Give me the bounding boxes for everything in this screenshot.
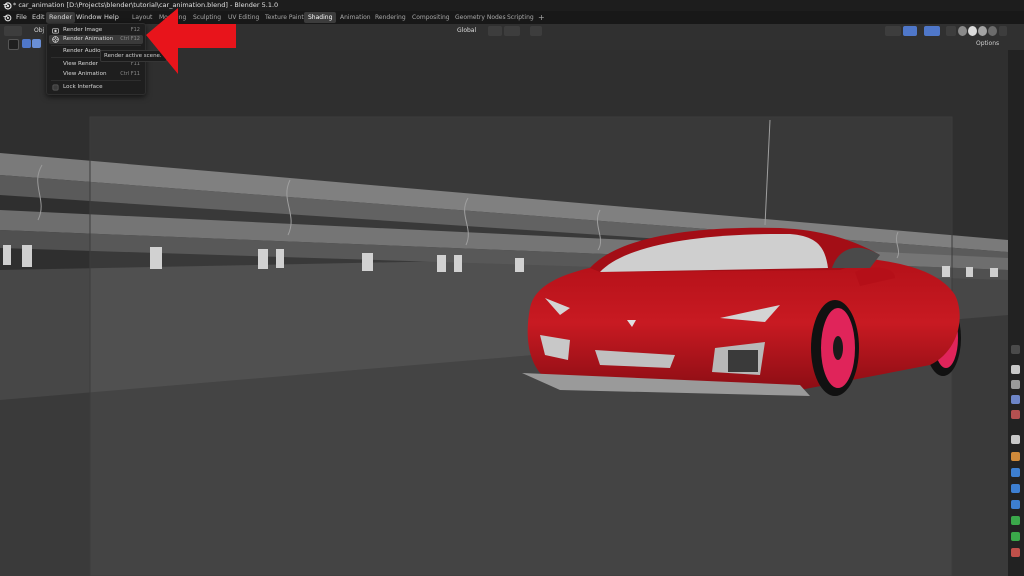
render-animation-label: Render Animation xyxy=(63,36,114,42)
menu-item-view-animation[interactable]: View Animation Ctrl F11 xyxy=(49,70,143,79)
modifier-properties-icon[interactable] xyxy=(1011,468,1020,477)
snap-icon[interactable] xyxy=(504,26,520,36)
menu-edit[interactable]: Edit xyxy=(29,12,48,23)
particle-properties-icon[interactable] xyxy=(1011,484,1020,493)
lock-interface-label: Lock Interface xyxy=(63,84,103,90)
film-icon xyxy=(52,36,59,43)
scene-properties-icon[interactable] xyxy=(1011,410,1020,419)
menu-item-render-image[interactable]: Render Image F12 xyxy=(49,26,143,35)
tool-properties-icon[interactable] xyxy=(1011,345,1020,354)
play-icon[interactable] xyxy=(8,39,19,50)
render-properties-icon[interactable] xyxy=(1011,365,1020,374)
data-properties-icon[interactable] xyxy=(1011,532,1020,541)
object-properties-icon[interactable] xyxy=(1011,452,1020,461)
view-animation-shortcut: Ctrl F11 xyxy=(120,71,140,77)
overlay-icon[interactable] xyxy=(924,26,940,36)
material-properties-icon[interactable] xyxy=(1011,548,1020,557)
rendered-shading-icon[interactable] xyxy=(988,26,997,36)
gizmo-icon[interactable] xyxy=(903,26,917,36)
constraint-properties-icon[interactable] xyxy=(1011,516,1020,525)
add-workspace-button[interactable]: + xyxy=(534,12,549,23)
visibility-icon[interactable] xyxy=(885,26,901,36)
menu-file[interactable]: File xyxy=(13,12,30,23)
render-image-shortcut: F12 xyxy=(130,27,140,33)
pointer-arrow-icon xyxy=(146,8,236,74)
menu-item-lock-interface[interactable]: Lock Interface xyxy=(49,83,143,92)
view-animation-label: View Animation xyxy=(63,71,107,77)
menu-item-render-animation[interactable]: Render Animation Ctrl F12 xyxy=(49,35,143,44)
render-image-label: Render Image xyxy=(63,27,103,33)
object-mode-icon[interactable] xyxy=(22,39,31,48)
output-properties-icon[interactable] xyxy=(1011,380,1020,389)
blender-menu-icon[interactable] xyxy=(3,13,12,22)
select-mode-icon[interactable] xyxy=(32,39,41,48)
menu-divider xyxy=(51,45,141,46)
view-render-label: View Render xyxy=(63,61,98,67)
scene-render xyxy=(0,50,1008,576)
world-properties-icon[interactable] xyxy=(1011,435,1020,444)
material-shading-icon[interactable] xyxy=(978,26,987,36)
menu-render[interactable]: Render xyxy=(46,12,76,23)
orientation-label: Global xyxy=(457,27,477,34)
tab-compositing[interactable]: Compositing xyxy=(408,12,454,23)
mode-selector[interactable]: Obj xyxy=(25,26,45,36)
render-audio-label: Render Audio xyxy=(63,48,101,54)
menu-window[interactable]: Window xyxy=(73,12,105,23)
proportional-edit-icon[interactable] xyxy=(530,26,542,36)
tab-shading[interactable]: Shading xyxy=(304,12,337,23)
blender-logo-icon xyxy=(3,2,12,10)
tab-texture-paint[interactable]: Texture Paint xyxy=(261,12,308,23)
menu-divider xyxy=(51,80,141,81)
3d-viewport[interactable] xyxy=(0,50,1008,576)
properties-tab-strip xyxy=(1008,50,1024,576)
checkbox-icon xyxy=(52,84,59,91)
render-animation-shortcut: Ctrl F12 xyxy=(120,36,140,42)
tab-geometry-nodes[interactable]: Geometry Nodes xyxy=(451,12,510,23)
options-dropdown[interactable]: Options xyxy=(976,40,999,47)
view-layer-properties-icon[interactable] xyxy=(1011,395,1020,404)
xray-icon[interactable] xyxy=(946,26,956,36)
pivot-icon[interactable] xyxy=(488,26,502,36)
shading-options-icon[interactable] xyxy=(999,26,1007,36)
transform-orientation-dropdown[interactable]: Global xyxy=(447,26,485,36)
mode-label: Obj xyxy=(34,27,45,34)
editor-type-button[interactable] xyxy=(4,26,22,36)
menu-help[interactable]: Help xyxy=(101,12,122,23)
physics-properties-icon[interactable] xyxy=(1011,500,1020,509)
camera-icon xyxy=(52,28,59,34)
tab-rendering[interactable]: Rendering xyxy=(371,12,410,23)
wireframe-shading-icon[interactable] xyxy=(958,26,967,36)
tab-scripting[interactable]: Scripting xyxy=(503,12,538,23)
tab-animation[interactable]: Animation xyxy=(336,12,375,23)
solid-shading-icon[interactable] xyxy=(968,26,977,36)
